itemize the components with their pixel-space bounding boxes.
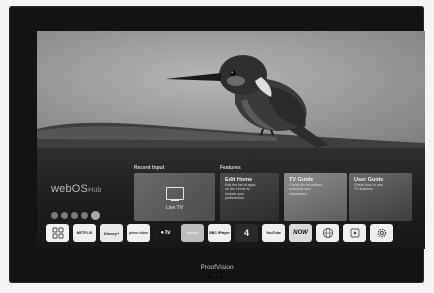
app-disney-plus[interactable]: Disney+: [100, 224, 123, 242]
webos-hub-logo: webOSHub: [51, 183, 102, 195]
tv-frame: webOSHub Recent Input Features Live TV E…: [9, 6, 425, 283]
apple-icon: ●: [160, 230, 165, 236]
help-icon: [350, 228, 359, 238]
apps-grid-icon: [52, 227, 63, 239]
kingfisher-illustration: [37, 31, 425, 148]
globe-icon: [322, 227, 333, 239]
edit-home-card[interactable]: Edit Home Edit the list of apps on the H…: [220, 173, 279, 221]
app-spotify[interactable]: Spotify: [181, 224, 204, 242]
app-apple-tv[interactable]: ● tv: [154, 224, 177, 242]
apple-tv-label: tv: [165, 230, 171, 236]
app-row: NETFLIX Disney+ prime video ● tv Spotify …: [46, 224, 416, 244]
app-apps[interactable]: [46, 224, 69, 242]
app-internet[interactable]: [316, 224, 339, 242]
app-youtube[interactable]: YouTube: [262, 224, 285, 242]
notifications-icon[interactable]: [71, 212, 78, 219]
app-netflix[interactable]: NETFLIX: [73, 224, 96, 242]
live-tv-label: Live TV: [166, 205, 183, 211]
tv-guide-card[interactable]: TV Guide Check the broadcast schedule an…: [284, 173, 347, 221]
gear-icon: [377, 228, 386, 238]
app-now[interactable]: NOW: [289, 224, 312, 242]
app-prime-video[interactable]: prime video: [127, 224, 150, 242]
quick-icons: [51, 211, 100, 220]
tv-screen: webOSHub Recent Input Features Live TV E…: [37, 31, 425, 249]
live-tv-card[interactable]: Live TV: [134, 173, 215, 221]
edit-home-desc: Edit the list of apps on the Home to inc…: [225, 183, 256, 201]
app-settings[interactable]: [370, 224, 393, 242]
app-channel-4[interactable]: 4: [235, 224, 258, 242]
user-guide-card[interactable]: User Guide Check how to use TV features.: [349, 173, 412, 221]
hero-image: [37, 31, 425, 148]
app-help[interactable]: [343, 224, 366, 242]
brand-suffix: Hub: [88, 187, 102, 194]
tv-guide-desc: Check the broadcast schedule and informa…: [289, 183, 322, 196]
profile-icon[interactable]: [81, 212, 88, 219]
input-icon[interactable]: [51, 212, 58, 219]
tv-icon: [166, 187, 184, 202]
proofvision-logo: ProofVision: [200, 264, 234, 271]
footer-indicator-icon: • •: [213, 272, 221, 277]
launcher-bar: webOSHub Recent Input Features Live TV E…: [37, 148, 425, 249]
search-icon[interactable]: [61, 212, 68, 219]
recent-input-heading: Recent Input: [134, 165, 165, 171]
brand-name: webOS: [51, 183, 89, 195]
features-heading: Features: [220, 165, 241, 171]
quick-settings-icon[interactable]: [91, 211, 100, 220]
app-bbc-iplayer[interactable]: BBC iPlayer: [208, 224, 231, 242]
user-guide-desc: Check how to use TV features.: [354, 183, 383, 192]
